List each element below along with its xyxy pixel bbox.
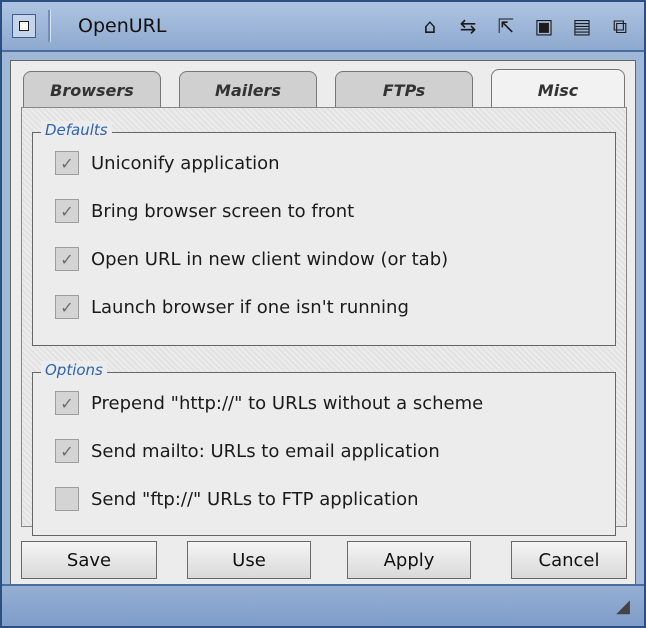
window-title: OpenURL — [78, 15, 167, 37]
iconify-icon[interactable]: ⇆ — [454, 12, 482, 40]
zoom-icon[interactable]: ▤ — [568, 12, 596, 40]
checkbox[interactable]: ✓ — [55, 295, 79, 319]
defaults-group: Defaults ✓ Uniconify application ✓ Bring b… — [32, 121, 616, 346]
maximize-icon[interactable]: ▣ — [530, 12, 558, 40]
default-option-row[interactable]: ✓ Launch browser if one isn't running — [55, 295, 409, 319]
default-option-row[interactable]: ✓ Open URL in new client window (or tab) — [55, 247, 448, 271]
tab-misc[interactable]: Misc — [491, 69, 625, 111]
group-title: Defaults — [41, 121, 112, 139]
option-label: Bring browser screen to front — [91, 200, 355, 222]
save-button[interactable]: Save — [21, 541, 157, 579]
checkbox[interactable]: ✓ — [55, 487, 79, 511]
close-button[interactable] — [12, 14, 36, 38]
option-label: Uniconify application — [91, 152, 280, 174]
resize-grip-icon[interactable]: ◢ — [612, 596, 634, 618]
checkbox[interactable]: ✓ — [55, 151, 79, 175]
option-label: Open URL in new client window (or tab) — [91, 248, 449, 270]
use-button[interactable]: Use — [187, 541, 311, 579]
button-label: Save — [66, 549, 112, 571]
checkbox[interactable]: ✓ — [55, 247, 79, 271]
openurl-window: OpenURL ⌂ ⇆ ⇱ ▣ ▤ ⧉ Browsers Mailers FTP… — [0, 0, 646, 628]
option-row[interactable]: ✓ Send mailto: URLs to email application — [55, 439, 440, 463]
cancel-button[interactable]: Cancel — [511, 541, 627, 579]
depth-icon[interactable]: ⧉ — [606, 12, 634, 40]
options-group: Options ✓ Prepend "http://" to URLs witho… — [32, 361, 616, 536]
titlebar-divider — [48, 10, 50, 42]
main-panel: Browsers Mailers FTPs Misc Defaults ✓ Uni… — [10, 60, 636, 586]
apply-button[interactable]: Apply — [347, 541, 471, 579]
title-bar[interactable]: OpenURL ⌂ ⇆ ⇱ ▣ ▤ ⧉ — [2, 2, 644, 52]
button-label: Apply — [383, 549, 435, 571]
option-label: Send "ftp://" URLs to FTP application — [91, 488, 419, 510]
option-label: Send mailto: URLs to email application — [91, 440, 440, 462]
tab-browsers[interactable]: Browsers — [23, 71, 161, 109]
tab-mailers[interactable]: Mailers — [179, 71, 317, 109]
option-label: Prepend "http://" to URLs without a sche… — [91, 392, 484, 414]
window-menu-icon[interactable]: ⌂ — [416, 12, 444, 40]
option-label: Launch browser if one isn't running — [91, 296, 409, 318]
tab-label: FTPs — [382, 81, 426, 100]
misc-tab-content: Defaults ✓ Uniconify application ✓ Bring b… — [21, 107, 627, 536]
checkbox[interactable]: ✓ — [55, 439, 79, 463]
checkbox[interactable]: ✓ — [55, 199, 79, 223]
tab-label: Mailers — [215, 81, 281, 100]
snapshot-icon[interactable]: ⇱ — [492, 12, 520, 40]
tab-label: Browsers — [50, 81, 134, 100]
titlebar-buttons: ⌂ ⇆ ⇱ ▣ ▤ ⧉ — [416, 12, 634, 40]
button-row: Save Use Apply Cancel — [21, 541, 627, 585]
tab-label: Misc — [537, 81, 579, 100]
group-title: Options — [41, 361, 107, 379]
default-option-row[interactable]: ✓ Bring browser screen to front — [55, 199, 354, 223]
button-label: Use — [232, 549, 266, 571]
checkbox[interactable]: ✓ — [55, 391, 79, 415]
option-row[interactable]: ✓ Prepend "http://" to URLs without a sch… — [55, 391, 483, 415]
option-row[interactable]: ✓ Send "ftp://" URLs to FTP application — [55, 487, 419, 511]
tab-ftps[interactable]: FTPs — [335, 71, 473, 109]
status-bar: ◢ — [2, 584, 644, 626]
button-label: Cancel — [538, 549, 600, 571]
default-option-row[interactable]: ✓ Uniconify application — [55, 151, 280, 175]
